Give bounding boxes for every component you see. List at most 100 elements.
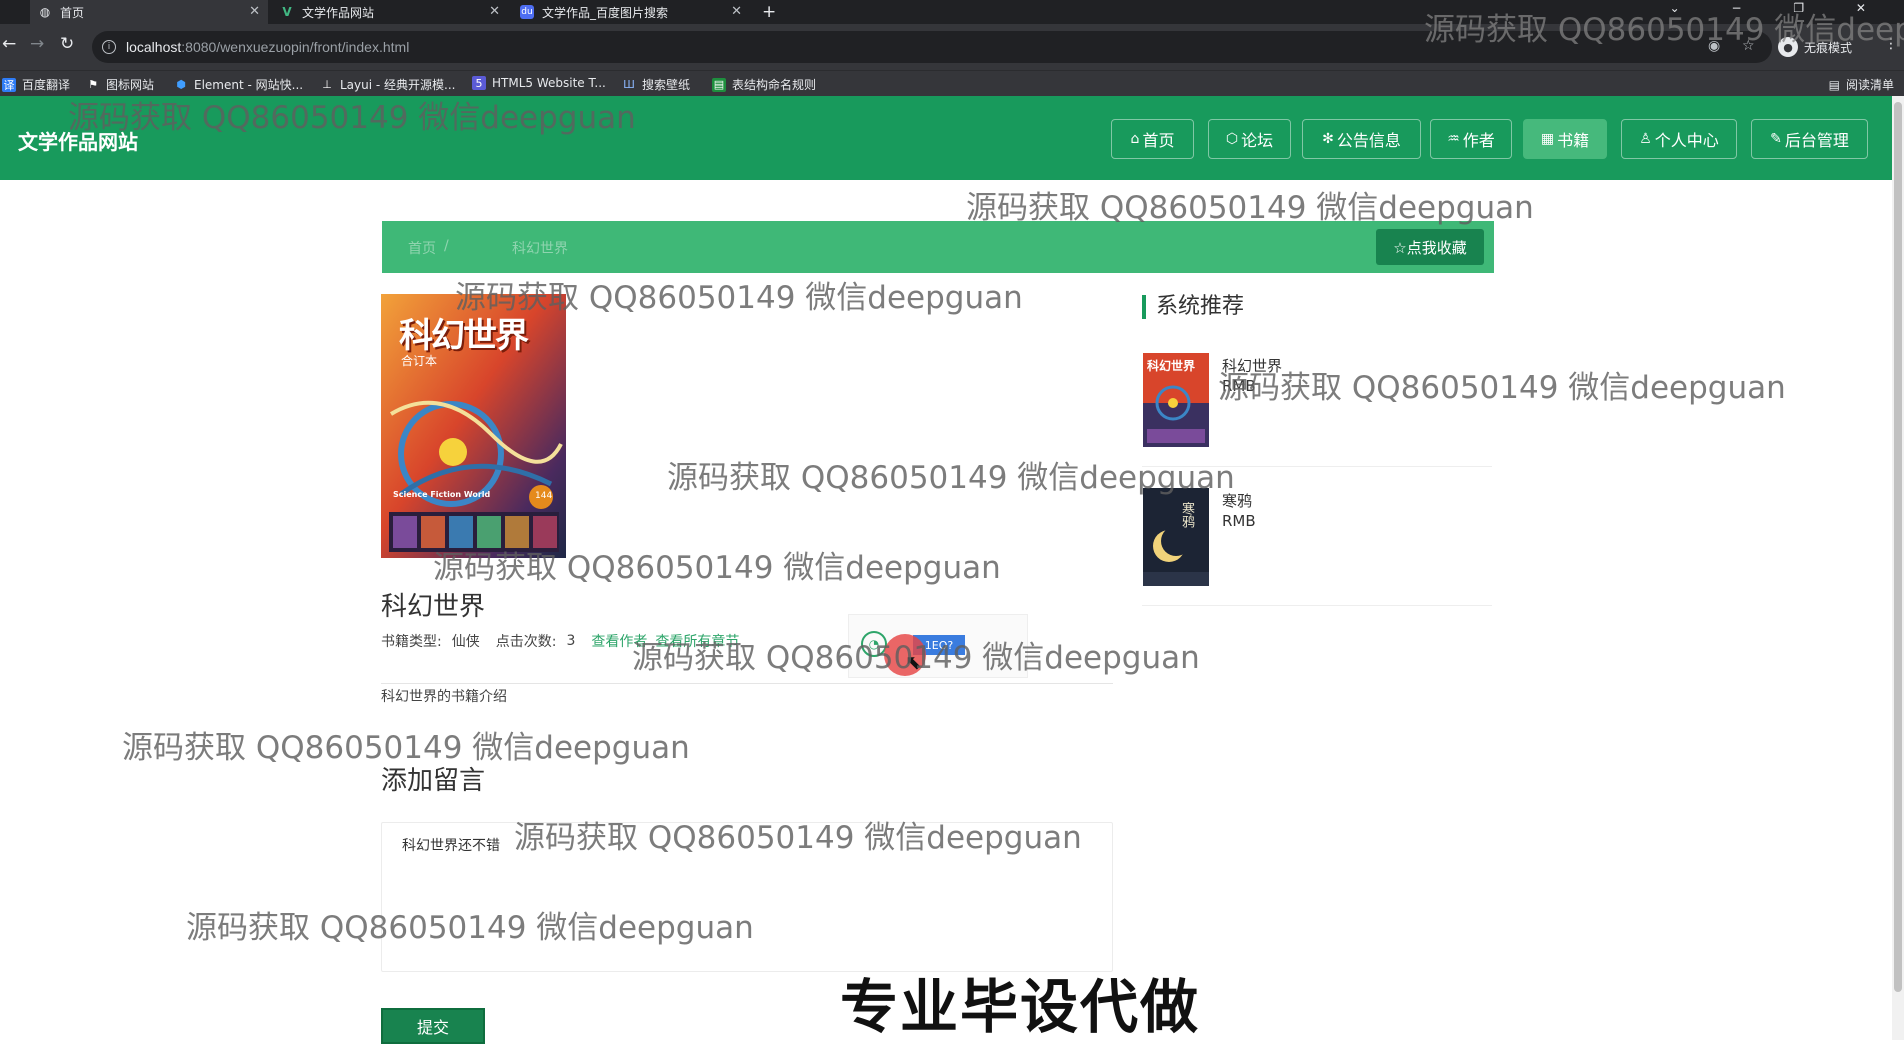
nav-label: 个人中心 (1654, 131, 1719, 150)
info-icon[interactable]: i (102, 40, 116, 54)
nav-profile[interactable]: ♙ 个人中心 (1621, 119, 1737, 159)
nav-books[interactable]: ▦ 书籍 (1523, 119, 1607, 159)
bookmark-label: 表结构命名规则 (732, 78, 817, 92)
recommend-price: RMB (1222, 512, 1256, 530)
bookmark-table-rules[interactable]: ▤ 表结构命名规则 (712, 76, 816, 93)
thumbnail-title: 科幻世界 (1147, 359, 1196, 373)
back-icon[interactable]: ← (2, 34, 16, 54)
cube-icon: ⬡ (1225, 131, 1239, 147)
wallpaper-icon: Ш (623, 78, 635, 91)
scrollbar-thumb[interactable] (1894, 102, 1902, 992)
close-icon[interactable]: ✕ (489, 4, 500, 19)
globe-icon: ◍ (39, 5, 51, 19)
nav-announcements[interactable]: ✻ 公告信息 (1302, 119, 1421, 159)
reading-list-label: 阅读清单 (1845, 78, 1894, 92)
view-author-link[interactable]: 查看作者 (591, 631, 647, 651)
bookmark-baidu-translate[interactable]: 译 百度翻译 (2, 76, 70, 93)
nav-forum[interactable]: ⬡ 论坛 (1208, 119, 1291, 159)
page-scrollbar[interactable] (1892, 96, 1904, 1040)
baidu-icon: du (520, 5, 534, 19)
book-open-icon: ♒ (1447, 131, 1460, 147)
breadcrumb-separator: / (444, 238, 449, 254)
click-count-label: 点击次数: (495, 634, 557, 650)
layui-icon: ⊥ (322, 78, 332, 91)
divider (381, 683, 1113, 684)
browser-menu-icon[interactable]: ⋮ (1884, 36, 1898, 52)
breadcrumb: 首页 / 科幻世界 (382, 221, 1494, 273)
browser-toolbar: ← → ↻ i localhost:8080/wenxuezuopin/fron… (0, 24, 1904, 70)
site-header: 文学作品网站 ⌂ 首页 ⬡ 论坛 ✻ 公告信息 ♒ 作者 ▦ 书籍 ♙ 个人中心 ✎ 后台管理 (0, 96, 1892, 180)
nav-home[interactable]: ⌂ 首页 (1111, 119, 1194, 159)
nav-label: 后台管理 (1784, 131, 1849, 150)
recommend-name[interactable]: 科幻世界 (1222, 355, 1282, 376)
nav-label: 作者 (1462, 131, 1495, 150)
reading-list-icon: ▤ (1828, 77, 1840, 92)
book-type-label: 书籍类型: (381, 634, 442, 650)
home-icon: ⌂ (1130, 131, 1140, 147)
eye-off-icon[interactable]: ◉ (1708, 38, 1720, 54)
tab-title: 首页 (60, 5, 85, 20)
bookmark-wallpaper[interactable]: Ш 搜索壁纸 (622, 76, 690, 93)
reload-icon[interactable]: ↻ (60, 34, 74, 54)
link-icon: ✎ (1770, 131, 1782, 147)
html5-icon: 5 (472, 76, 486, 90)
close-icon[interactable]: ✕ (249, 4, 260, 19)
nav-label: 书籍 (1557, 131, 1590, 150)
flag-icon: ⚑ (88, 78, 98, 91)
book-title: 科幻世界 (381, 592, 486, 622)
window-controls[interactable]: ⌄ − ❐ ✕ (1670, 1, 1890, 15)
mouse-cursor-icon: ⬉ (905, 650, 922, 674)
cover-issue: 144 (535, 491, 553, 501)
incognito-indicator[interactable]: ● 无痕模式 (1778, 37, 1852, 57)
bookmark-layui[interactable]: ⊥ Layui - 经典开源模... (320, 76, 455, 93)
bookmarks-bar: 译 百度翻译 ⚑ 图标网站 ⬢ Element - 网站快... ⊥ Layui… (0, 70, 1904, 96)
recommend-name[interactable]: 寒鸦 (1222, 490, 1252, 511)
cover-title: 科幻世界 (399, 316, 529, 356)
bookmark-label: HTML5 Website T... (492, 76, 606, 90)
star-icon[interactable]: ☆ (1742, 38, 1755, 54)
comment-textarea[interactable] (381, 822, 1113, 972)
table-icon: ▤ (712, 77, 726, 92)
cover-subtitle: 合订本 (401, 354, 438, 368)
recommend-item[interactable]: 寒鸦 寒鸦 RMB (1142, 488, 1492, 606)
url-text[interactable]: localhost:8080/wenxuezuopin/front/index.… (126, 39, 409, 55)
favorite-button[interactable]: ☆点我收藏 (1376, 229, 1484, 265)
recommend-item[interactable]: 科幻世界 科幻世界 RMB (1142, 353, 1492, 467)
address-bar[interactable]: i localhost:8080/wenxuezuopin/front/inde… (92, 31, 1772, 63)
new-tab-button[interactable]: + (762, 2, 776, 22)
bookmark-html5[interactable]: 5 HTML5 Website T... (472, 76, 606, 90)
nav-label: 论坛 (1241, 131, 1274, 150)
recommend-thumbnail[interactable]: 寒鸦 (1143, 488, 1209, 586)
site-title[interactable]: 文学作品网站 (18, 126, 138, 155)
submit-button[interactable]: 提交 (381, 1008, 485, 1044)
reading-list-button[interactable]: ▤ 阅读清单 (1829, 76, 1894, 93)
bookmark-element[interactable]: ⬢ Element - 网站快... (174, 76, 303, 93)
browser-tab-home[interactable]: ◍ 首页 ✕ (30, 0, 268, 24)
incognito-icon: ● (1778, 37, 1798, 57)
nav-authors[interactable]: ♒ 作者 (1430, 119, 1512, 159)
nav-label: 公告信息 (1336, 131, 1401, 150)
breadcrumb-current: 科幻世界 (512, 241, 568, 257)
bookmark-label: 百度翻译 (22, 78, 71, 92)
browser-tab-baidu[interactable]: du 文学作品_百度图片搜索 ✕ (512, 0, 750, 24)
bookmark-label: Layui - 经典开源模... (340, 78, 456, 92)
nav-label: 首页 (1142, 131, 1175, 150)
view-chapters-link[interactable]: 查看所有章节 (655, 631, 739, 651)
recommend-heading: 系统推荐 (1142, 295, 1244, 319)
forward-icon[interactable]: → (30, 34, 44, 54)
recommend-thumbnail[interactable]: 科幻世界 (1143, 353, 1209, 447)
bookmark-icon-site[interactable]: ⚑ 图标网站 (86, 76, 154, 93)
close-icon[interactable]: ✕ (731, 4, 742, 19)
bookmark-label: 图标网站 (106, 78, 155, 92)
recommend-price: RMB (1222, 377, 1256, 395)
breadcrumb-home[interactable]: 首页 (408, 238, 436, 258)
book-meta: 书籍类型: 仙侠 点击次数: 3 查看作者 查看所有章节 (381, 631, 747, 651)
book-intro: 科幻世界的书籍介绍 (381, 689, 507, 705)
nav-admin[interactable]: ✎ 后台管理 (1751, 119, 1868, 159)
browser-tab-site[interactable]: V 文学作品网站 ✕ (272, 0, 508, 24)
thumbnail-title: 寒鸦 (1179, 502, 1194, 528)
click-count-value: 3 (566, 633, 576, 649)
tab-title: 文学作品_百度图片搜索 (542, 5, 669, 20)
cover-brand: Science Fiction World (393, 490, 491, 499)
browser-tab-strip: ◍ 首页 ✕ V 文学作品网站 ✕ du 文学作品_百度图片搜索 ✕ + ⌄ −… (0, 0, 1904, 24)
